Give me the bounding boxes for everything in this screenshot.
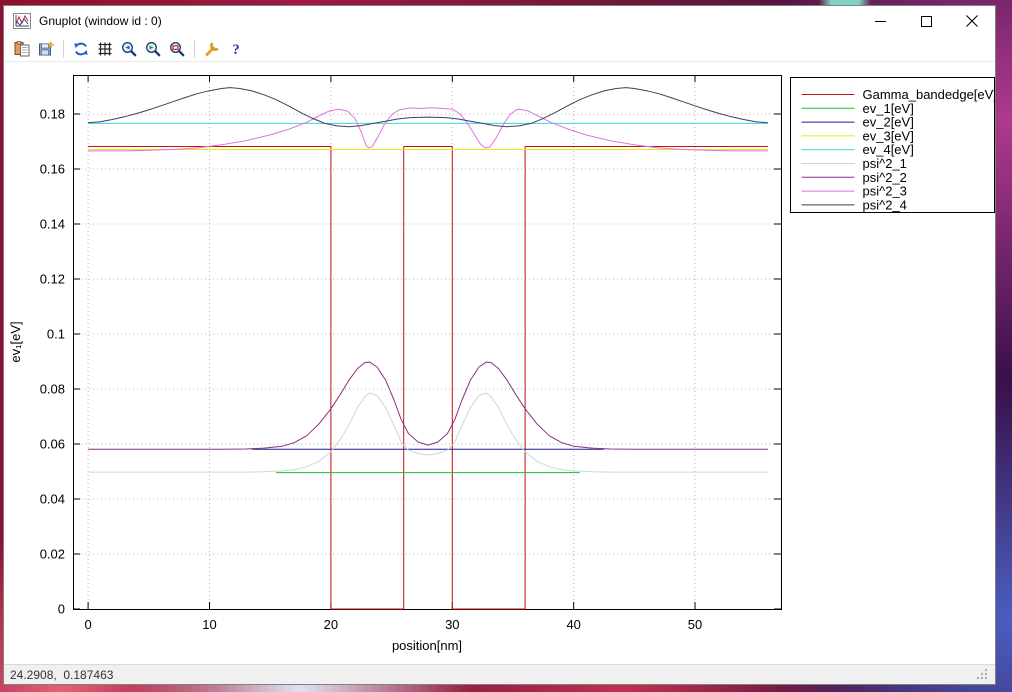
minimize-button[interactable]: [857, 6, 903, 36]
copy-icon: [14, 41, 30, 57]
svg-text:10: 10: [202, 617, 216, 632]
replot-button[interactable]: [70, 38, 92, 60]
gnuplot-app-icon: [13, 13, 31, 29]
legend-label-ev_3[eV]: ev_3[eV]: [863, 128, 914, 143]
zoom-previous-icon: [121, 41, 137, 57]
gridlines: [73, 75, 781, 609]
help-button[interactable]: ?: [225, 38, 247, 60]
series-Gamma_bandedge[eV]: [88, 147, 768, 610]
legend-label-ev_2[eV]: ev_2[eV]: [863, 115, 914, 130]
mouse-coordinates: 24.2908, 0.187463: [10, 668, 113, 682]
svg-text:0.12: 0.12: [40, 272, 65, 287]
plot-frame: [74, 76, 782, 610]
series-psi^2_2: [88, 362, 768, 449]
resize-grip[interactable]: [976, 668, 989, 681]
legend-label-ev_4[eV]: ev_4[eV]: [863, 142, 914, 157]
svg-text:0.16: 0.16: [40, 162, 65, 177]
zoom-region-icon: [169, 41, 185, 57]
settings-button[interactable]: [201, 38, 223, 60]
minimize-icon: [875, 16, 886, 27]
plot-canvas[interactable]: 0 10 20 30 40 50 0 0.02 0.04 0.06 0.08 0.1 0.12 0.14 0…: [4, 62, 995, 664]
tick-marks: [73, 75, 781, 609]
legend: Gamma_bandedge[eV]ev_1[eV]ev_2[eV]ev_3[e…: [791, 78, 996, 213]
svg-text:0.1: 0.1: [47, 327, 65, 342]
svg-text:0.04: 0.04: [40, 492, 65, 507]
zoom-next-button[interactable]: [142, 38, 164, 60]
svg-text:40: 40: [566, 617, 580, 632]
svg-text:0.18: 0.18: [40, 107, 65, 122]
svg-text:0: 0: [84, 617, 91, 632]
svg-text:0.08: 0.08: [40, 382, 65, 397]
legend-label-ev_1[eV]: ev_1[eV]: [863, 101, 914, 116]
legend-label-Gamma_bandedge[eV]: Gamma_bandedge[eV]: [863, 87, 996, 102]
svg-text:20: 20: [324, 617, 338, 632]
maximize-button[interactable]: [903, 6, 949, 36]
titlebar[interactable]: Gnuplot (window id : 0): [4, 6, 995, 36]
toolbar: ?: [4, 36, 995, 62]
x-axis-label: position[nm]: [392, 638, 462, 653]
svg-text:0.06: 0.06: [40, 437, 65, 452]
close-button[interactable]: [949, 6, 995, 36]
settings-wrench-icon: [204, 41, 220, 57]
series-psi^2_1: [88, 393, 768, 472]
save-icon: [38, 41, 54, 57]
legend-label-psi^2_1: psi^2_1: [863, 156, 907, 171]
tick-labels: 0 10 20 30 40 50 0 0.02 0.04 0.06 0.08 0.1 0.12 0.14 0…: [40, 107, 703, 633]
maximize-icon: [921, 16, 932, 27]
save-button[interactable]: [35, 38, 57, 60]
svg-text:0.02: 0.02: [40, 547, 65, 562]
zoom-region-button[interactable]: [166, 38, 188, 60]
data-series: [88, 88, 768, 609]
legend-label-psi^2_2: psi^2_2: [863, 170, 907, 185]
zoom-next-icon: [145, 41, 161, 57]
zoom-previous-button[interactable]: [118, 38, 140, 60]
plot-area: 0 10 20 30 40 50 0 0.02 0.04 0.06 0.08 0.1 0.12 0.14 0…: [4, 62, 995, 664]
window-title: Gnuplot (window id : 0): [39, 14, 857, 28]
grid-icon: [97, 41, 113, 57]
replot-icon: [73, 41, 89, 57]
legend-label-psi^2_4: psi^2_4: [863, 197, 907, 212]
toolbar-separator: [194, 40, 195, 58]
close-icon: [966, 15, 978, 27]
svg-text:30: 30: [445, 617, 459, 632]
svg-text:0: 0: [58, 602, 65, 617]
gnuplot-window: Gnuplot (window id : 0): [3, 5, 996, 685]
toolbar-separator: [63, 40, 64, 58]
legend-label-psi^2_3: psi^2_3: [863, 184, 907, 199]
svg-text:0.14: 0.14: [40, 217, 65, 232]
help-icon: ?: [228, 41, 244, 57]
svg-text:50: 50: [688, 617, 702, 632]
grid-button[interactable]: [94, 38, 116, 60]
statusbar: 24.2908, 0.187463: [4, 664, 995, 684]
series-psi^2_4: [88, 88, 768, 127]
y-axis-label: ev₁[eV]: [8, 321, 23, 362]
copy-button[interactable]: [11, 38, 33, 60]
svg-text:?: ?: [232, 42, 240, 57]
